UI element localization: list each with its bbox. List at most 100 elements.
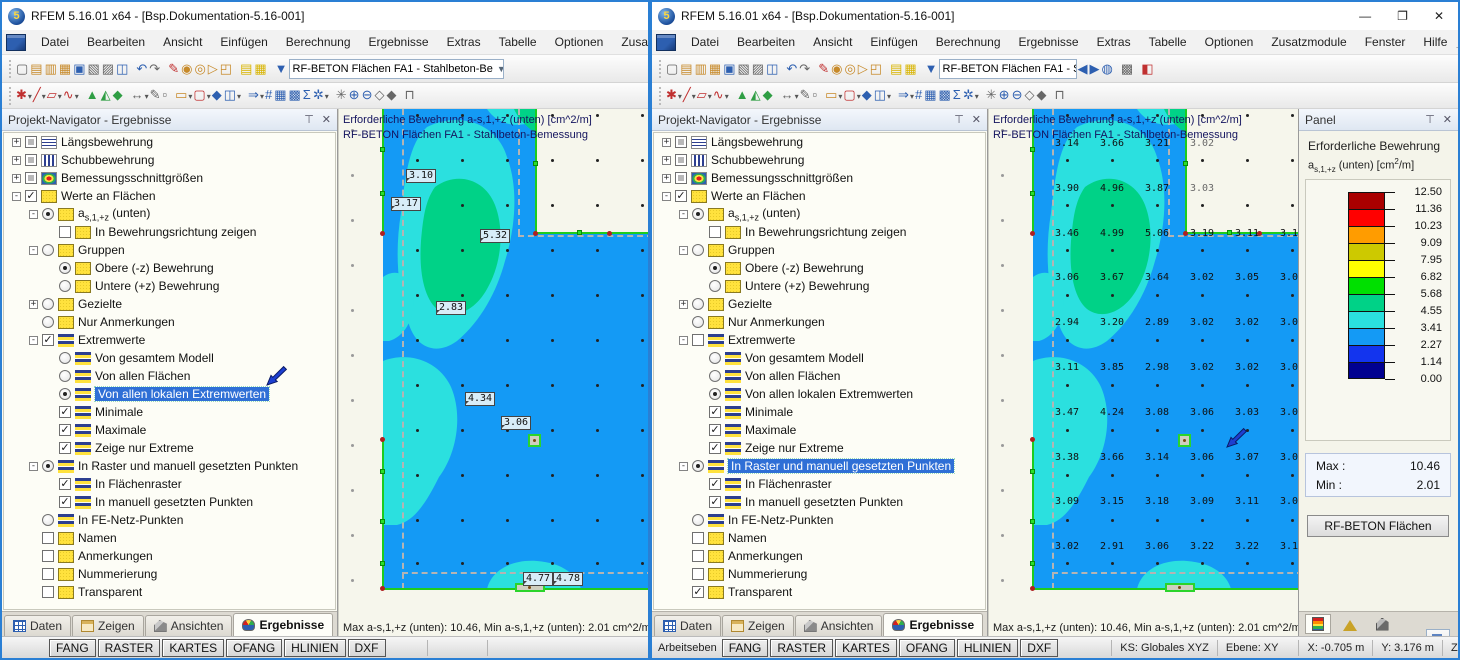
dropdown-arrow-icon[interactable]: ▾ [795,92,799,101]
checkbox-partial[interactable] [675,154,687,166]
comment-new-icon[interactable]: ✎ [800,87,811,102]
color-scale-box[interactable]: 12.5011.3610.239.097.956.825.684.553.412… [1305,179,1451,441]
checkbox-partial[interactable] [25,172,37,184]
member-new-icon[interactable]: ▲ [86,87,99,102]
collapse-icon[interactable]: - [29,336,38,345]
checkbox-checked[interactable]: ✓ [675,190,687,202]
tree-item-as-1-z[interactable]: -as,1,+z (unten) [4,205,335,223]
tree-item-gezielte[interactable]: +Gezielte [654,295,985,313]
tree-item-nur-anmerkungen[interactable]: Nur Anmerkungen [4,313,335,331]
edit-pencil-icon[interactable]: ✎ [818,61,829,76]
table-edit-icon[interactable]: ▦ [254,61,266,76]
snap-toggle-kartes[interactable]: KARTES [835,639,897,657]
checkbox-unchecked[interactable] [692,532,704,544]
menu-item-bearbeiten[interactable]: Bearbeiten [78,33,154,51]
table-show-icon[interactable]: ▤ [240,61,252,76]
save-copy-icon[interactable]: ▦ [59,61,71,76]
wall-line[interactable] [382,439,384,589]
search-loadcase-icon[interactable]: ◍ [1102,61,1113,76]
checkbox-partial[interactable] [675,136,687,148]
renumber-icon[interactable]: # [265,87,272,102]
maximize-button[interactable]: ❐ [1397,9,1408,23]
checkbox-unchecked[interactable] [42,568,54,580]
graphics-view[interactable]: Erforderliche Bewehrung a-s,1,+z (unten)… [988,109,1298,636]
fe-mesh-settings-icon[interactable]: ▩ [289,87,301,102]
calc-params-icon[interactable]: ✲ [963,87,974,102]
dropdown-arrow-icon[interactable]: ▾ [725,92,729,101]
previous-loadcase-icon[interactable]: ◀ [1078,61,1088,76]
tree-item-extremwerte[interactable]: -Extremwerte [654,331,985,349]
radio-selected[interactable] [59,262,71,274]
tree-item-schubbewehrung[interactable]: +Schubbewehrung [654,151,985,169]
manual-point-marker[interactable] [1165,583,1195,592]
solid-view-icon[interactable]: ◆ [386,87,396,102]
radio-unselected[interactable] [709,370,721,382]
arc-new-icon[interactable]: ∿ [713,87,724,102]
tree-item-obere-z-bewehrung[interactable]: Obere (-z) Bewehrung [654,259,985,277]
loadcase-combobox[interactable]: RF-BETON Flächen FA1 - Stahlbeton-Be ▼ [939,59,1077,79]
panel-toggle-icon[interactable]: ◧ [1141,61,1153,76]
radio-unselected[interactable] [42,316,54,328]
radio-unselected[interactable] [709,280,721,292]
radio-unselected[interactable] [42,514,54,526]
new-window-icon[interactable]: ◰ [870,61,882,76]
dropdown-arrow-icon[interactable]: ▾ [708,92,712,101]
loadcase-apply-icon[interactable]: ▼ [275,61,288,76]
checkbox-unchecked[interactable] [709,226,721,238]
radio-selected[interactable] [42,460,54,472]
tree-item-werte-an-flächen[interactable]: -✓Werte an Flächen [4,187,335,205]
expand-icon[interactable]: + [662,156,671,165]
tree-item-von-gesamtem-modell[interactable]: Von gesamtem Modell [654,349,985,367]
snap-toggle-fang[interactable]: FANG [49,639,96,657]
menu-item-einfügen[interactable]: Einfügen [861,33,926,51]
radio-unselected[interactable] [59,370,71,382]
redo-icon[interactable]: ↷ [149,61,160,76]
loadcase-combobox[interactable]: RF-BETON Flächen FA1 - Stahlbeton-Be ▼ [289,59,504,79]
collapse-icon[interactable]: - [12,192,21,201]
pointer-select-icon[interactable]: ▷ [208,61,218,76]
rotate-view-icon[interactable]: ◎ [844,61,855,76]
dropdown-arrow-icon[interactable]: ▾ [260,92,264,101]
menu-item-bearbeiten[interactable]: Bearbeiten [728,33,804,51]
expand-icon[interactable]: + [662,138,671,147]
menu-item-zusatzmodule[interactable]: Zusatzmodule [612,33,650,51]
collapse-icon[interactable]: - [29,210,38,219]
tree-item-bemessungsschnittgrößen[interactable]: +Bemessungsschnittgrößen [4,169,335,187]
dropdown-arrow-icon[interactable]: ▾ [975,92,979,101]
snap-toggle-dxf[interactable]: DXF [1020,639,1058,657]
dropdown-arrow-icon[interactable]: ▾ [678,92,682,101]
table-show-icon[interactable]: ▤ [890,61,902,76]
radio-unselected[interactable] [692,316,704,328]
factors-tab[interactable] [1337,614,1363,634]
print-icon[interactable]: ▨ [102,61,114,76]
dropdown-arrow-icon[interactable]: ▾ [42,92,46,101]
tree-item-bemessungsschnittgrößen[interactable]: +Bemessungsschnittgrößen [654,169,985,187]
close-icon[interactable]: ✕ [1443,113,1452,126]
toolbar-grip[interactable] [7,60,12,78]
snap-toggle-hlinien[interactable]: HLINIEN [957,639,1018,657]
save-icon[interactable]: ▣ [73,61,85,76]
dropdown-arrow-icon[interactable]: ▾ [145,92,149,101]
dropdown-arrow-icon[interactable]: ▾ [910,92,914,101]
polyline-new-icon[interactable]: ▱ [697,87,707,102]
mdi-minimize-button[interactable]: ＿ [1456,35,1460,50]
radio-selected[interactable] [42,208,54,220]
menu-item-ergebnisse[interactable]: Ergebnisse [1010,33,1088,51]
open-file-icon[interactable]: ▤ [30,61,42,76]
save-all-icon[interactable]: ▥ [695,61,707,76]
close-button[interactable]: ✕ [1434,9,1444,23]
dropdown-arrow-icon[interactable]: ▾ [28,92,32,101]
combobox-arrow-icon[interactable]: ▼ [493,64,504,74]
renumber-icon[interactable]: # [915,87,922,102]
tree-item-in-fe-netz-punkten[interactable]: In FE-Netz-Punkten [4,511,335,529]
render-mode-icon[interactable]: ✳ [336,87,347,102]
menu-item-optionen[interactable]: Optionen [546,33,613,51]
tree-item-in-raster-und-manuell-gesetzten-punkten[interactable]: -In Raster und manuell gesetzten Punkten [654,457,985,475]
tree-item-transparent[interactable]: ✓Transparent [654,583,985,601]
checkbox-unchecked[interactable] [42,550,54,562]
pin-icon[interactable]: ⊤ [304,113,314,126]
snap-toggle-ofang[interactable]: OFANG [899,639,955,657]
radio-unselected[interactable] [42,298,54,310]
tree-item-maximale[interactable]: ✓Maximale [654,421,985,439]
expand-icon[interactable]: + [679,300,688,309]
